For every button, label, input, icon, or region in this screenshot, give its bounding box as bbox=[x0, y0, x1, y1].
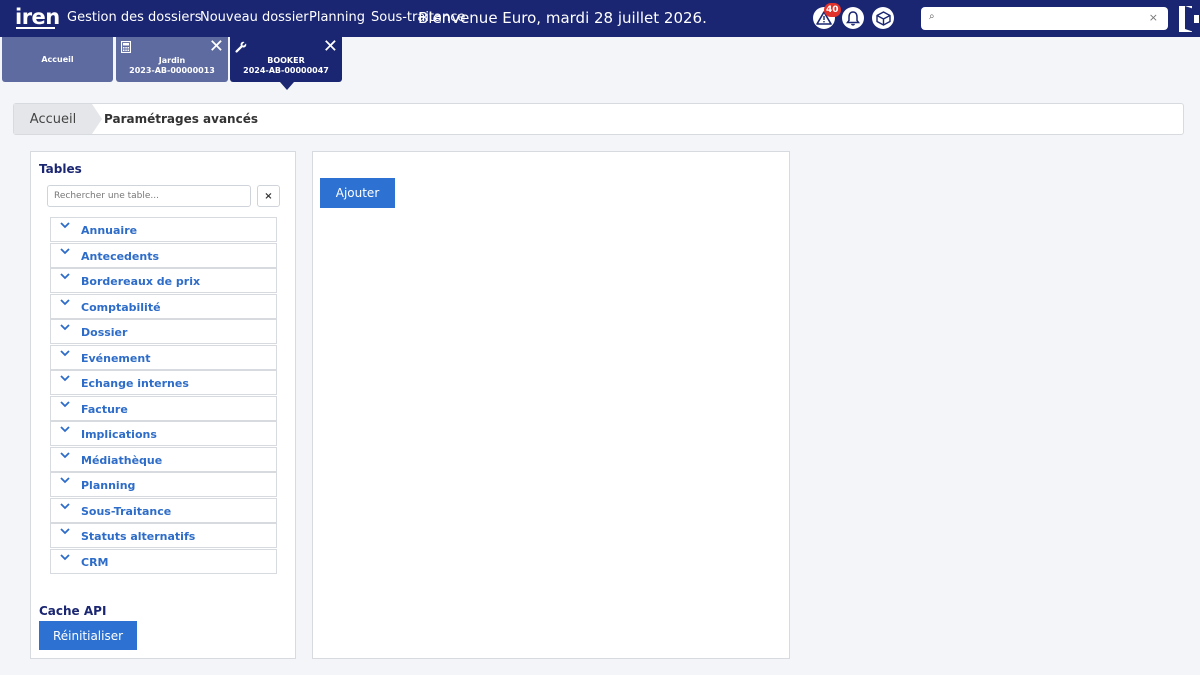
add-button[interactable]: Ajouter bbox=[320, 178, 395, 208]
tables-list: Annuaire Antecedents Bordereaux de prix Com… bbox=[50, 217, 277, 574]
tab-jardin[interactable]: ✕ Jardin 2023-AB-00000013 bbox=[116, 37, 228, 82]
cache-api-title: Cache API bbox=[39, 604, 107, 618]
package-button[interactable] bbox=[872, 7, 894, 29]
list-item[interactable]: Sous-Traitance bbox=[50, 497, 277, 523]
tab-accueil[interactable]: Accueil bbox=[2, 37, 113, 82]
list-item-label: Planning bbox=[81, 479, 136, 492]
search-clear-icon[interactable]: × bbox=[1149, 11, 1158, 24]
search-icon: ⌕ bbox=[929, 11, 935, 22]
list-item[interactable]: Antecedents bbox=[50, 242, 277, 268]
table-search-clear-button[interactable]: × bbox=[257, 185, 280, 207]
list-item[interactable]: CRM bbox=[50, 548, 277, 574]
breadcrumb-home[interactable]: Accueil bbox=[14, 104, 92, 134]
chevron-down-icon bbox=[60, 451, 70, 462]
list-item[interactable]: Bordereaux de prix bbox=[50, 268, 277, 293]
chevron-down-icon bbox=[60, 502, 70, 513]
list-item-label: Comptabilité bbox=[81, 300, 161, 314]
calculator-icon bbox=[120, 40, 132, 56]
bell-icon bbox=[846, 10, 860, 26]
list-item-label: Antecedents bbox=[81, 249, 160, 263]
close-icon[interactable]: ✕ bbox=[209, 38, 224, 56]
close-icon[interactable]: ✕ bbox=[323, 38, 338, 56]
logout-icon[interactable] bbox=[1176, 5, 1200, 33]
list-item[interactable]: Echange internes bbox=[50, 370, 277, 395]
list-item[interactable]: Dossier bbox=[50, 319, 277, 344]
list-item-label: Evénement bbox=[81, 351, 151, 365]
list-item[interactable]: Annuaire bbox=[50, 217, 277, 242]
active-tab-indicator bbox=[280, 82, 294, 90]
wrench-icon bbox=[235, 41, 247, 56]
notifications-button[interactable] bbox=[842, 7, 864, 29]
list-item-label: CRM bbox=[81, 555, 109, 569]
chevron-down-icon bbox=[60, 426, 70, 436]
nav-gestion-dossiers[interactable]: Gestion des dossiers bbox=[67, 10, 202, 25]
chevron-down-icon bbox=[60, 273, 70, 283]
breadcrumb-current: Paramétrages avancés bbox=[104, 112, 258, 126]
global-search-input[interactable] bbox=[943, 10, 1143, 27]
box-icon bbox=[875, 10, 891, 26]
nav-planning[interactable]: Planning bbox=[309, 10, 365, 25]
chevron-down-icon bbox=[60, 298, 70, 309]
table-search-input[interactable] bbox=[47, 185, 251, 207]
global-search[interactable]: ⌕ × bbox=[921, 7, 1168, 30]
list-item-label: Annuaire bbox=[81, 224, 138, 237]
tab-title: Accueil bbox=[41, 55, 74, 64]
main-panel: Ajouter bbox=[312, 151, 790, 659]
list-item-label: Implications bbox=[81, 428, 157, 441]
tab-title: BOOKER bbox=[267, 56, 305, 65]
logo[interactable]: iren bbox=[15, 5, 60, 29]
logo-text: iren bbox=[15, 5, 60, 29]
breadcrumb: Accueil Paramétrages avancés bbox=[13, 103, 1184, 135]
list-item-label: Echange internes bbox=[81, 377, 189, 390]
list-item-label: Dossier bbox=[81, 326, 128, 339]
chevron-down-icon bbox=[60, 375, 70, 385]
nav-nouveau-dossier[interactable]: Nouveau dossier bbox=[200, 10, 309, 25]
alerts-count-badge: 40 bbox=[824, 3, 841, 17]
tables-panel: Tables × Annuaire Antecedents Bordereaux d… bbox=[30, 151, 296, 659]
tab-subtitle: 2023-AB-00000013 bbox=[129, 66, 215, 75]
list-item[interactable]: Médiathèque bbox=[50, 446, 277, 472]
logo-underline bbox=[16, 27, 55, 29]
top-bar: iren Gestion des dossiers Nouveau dossie… bbox=[0, 0, 1200, 37]
list-item[interactable]: Facture bbox=[50, 395, 277, 421]
chevron-down-icon bbox=[60, 553, 70, 564]
tab-subtitle: 2024-AB-00000047 bbox=[243, 66, 329, 75]
tables-title: Tables bbox=[39, 162, 82, 176]
welcome-message: Bienvenue Euro, mardi 28 juillet 2026. bbox=[418, 9, 707, 27]
chevron-down-icon bbox=[60, 247, 70, 258]
list-item[interactable]: Planning bbox=[50, 472, 277, 497]
list-item-label: Facture bbox=[81, 402, 128, 416]
chevron-down-icon bbox=[60, 400, 70, 411]
breadcrumb-separator bbox=[92, 104, 102, 134]
tab-title: Jardin bbox=[158, 56, 186, 65]
list-item[interactable]: Comptabilité bbox=[50, 293, 277, 319]
chevron-down-icon bbox=[60, 324, 70, 334]
list-item[interactable]: Statuts alternatifs bbox=[50, 523, 277, 548]
list-item-label: Sous-Traitance bbox=[81, 504, 172, 518]
chevron-down-icon bbox=[60, 222, 70, 232]
list-item-label: Statuts alternatifs bbox=[81, 530, 196, 543]
chevron-down-icon bbox=[60, 349, 70, 360]
list-item-label: Bordereaux de prix bbox=[81, 275, 201, 288]
tab-booker[interactable]: ✕ BOOKER 2024-AB-00000047 bbox=[230, 37, 342, 82]
chevron-down-icon bbox=[60, 528, 70, 538]
reset-cache-button[interactable]: Réinitialiser bbox=[39, 621, 137, 650]
chevron-down-icon bbox=[60, 477, 70, 487]
list-item[interactable]: Implications bbox=[50, 421, 277, 446]
list-item-label: Médiathèque bbox=[81, 453, 163, 467]
list-item[interactable]: Evénement bbox=[50, 344, 277, 370]
